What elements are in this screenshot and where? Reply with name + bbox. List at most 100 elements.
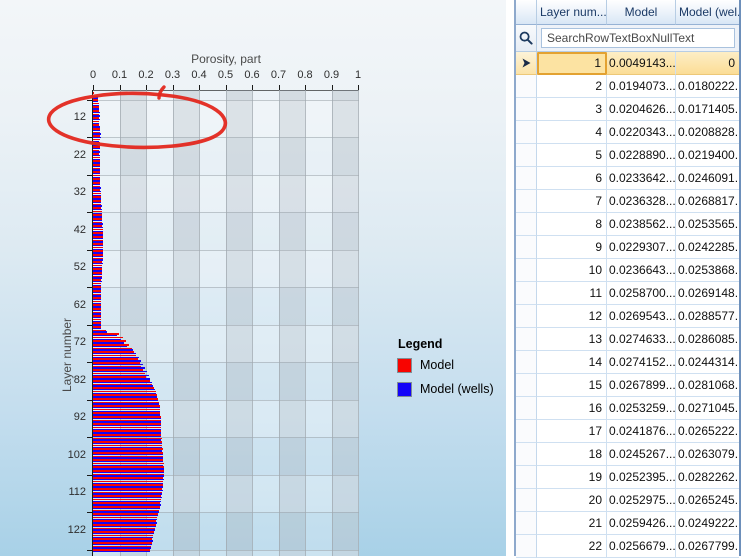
cell-model-wells[interactable]: 0.0288577... (676, 305, 739, 328)
cell-model-wells[interactable]: 0.0286085... (676, 328, 739, 351)
table-row[interactable]: 8 0.0238562... 0.0253565... (516, 213, 739, 236)
cell-model[interactable]: 0.0229307... (607, 236, 676, 259)
cell-layer-number[interactable]: 20 (537, 489, 607, 512)
cell-model[interactable]: 0.0228890... (607, 144, 676, 167)
table-row[interactable]: 16 0.0253259... 0.0271045... (516, 397, 739, 420)
panel-splitter[interactable] (506, 0, 514, 556)
cell-layer-number[interactable]: 8 (537, 213, 607, 236)
cell-model-wells[interactable]: 0.0253565... (676, 213, 739, 236)
cell-model-wells[interactable]: 0.0265245... (676, 489, 739, 512)
row-indicator-cell[interactable] (516, 305, 537, 328)
cell-layer-number[interactable]: 21 (537, 512, 607, 535)
cell-model-wells[interactable]: 0.0271045... (676, 397, 739, 420)
cell-model-wells[interactable]: 0.0282262... (676, 466, 739, 489)
row-indicator-cell[interactable] (516, 397, 537, 420)
column-header-layer-number[interactable]: Layer num... (537, 0, 607, 25)
cell-layer-number[interactable]: 14 (537, 351, 607, 374)
cell-model-wells[interactable]: 0.0268817... (676, 190, 739, 213)
cell-model-wells[interactable]: 0.0246091... (676, 167, 739, 190)
cell-model-wells[interactable]: 0.0281068... (676, 374, 739, 397)
cell-layer-number[interactable]: 1 (537, 52, 607, 75)
cell-layer-number[interactable]: 3 (537, 98, 607, 121)
column-header-model-wells[interactable]: Model (wel... (676, 0, 739, 25)
cell-layer-number[interactable]: 5 (537, 144, 607, 167)
cell-model[interactable]: 0.0238562... (607, 213, 676, 236)
cell-model[interactable]: 0.0258700... (607, 282, 676, 305)
table-row[interactable]: 1 0.0049143... 0 (516, 52, 739, 75)
cell-layer-number[interactable]: 13 (537, 328, 607, 351)
cell-model-wells[interactable]: 0.0265222... (676, 420, 739, 443)
cell-model-wells[interactable]: 0.0267799... (676, 535, 739, 558)
table-row[interactable]: 18 0.0245267... 0.0263079... (516, 443, 739, 466)
row-indicator-cell[interactable] (516, 121, 537, 144)
table-row[interactable]: 6 0.0233642... 0.0246091... (516, 167, 739, 190)
table-row[interactable]: 10 0.0236643... 0.0253868... (516, 259, 739, 282)
cell-model[interactable]: 0.0274633... (607, 328, 676, 351)
table-row[interactable]: 14 0.0274152... 0.0244314... (516, 351, 739, 374)
table-row[interactable]: 12 0.0269543... 0.0288577... (516, 305, 739, 328)
row-indicator-cell[interactable] (516, 282, 537, 305)
cell-model[interactable]: 0.0194073... (607, 75, 676, 98)
cell-model-wells[interactable]: 0.0244314... (676, 351, 739, 374)
table-row[interactable]: 2 0.0194073... 0.0180222... (516, 75, 739, 98)
row-indicator-cell[interactable] (516, 236, 537, 259)
cell-layer-number[interactable]: 10 (537, 259, 607, 282)
table-row[interactable]: 13 0.0274633... 0.0286085... (516, 328, 739, 351)
row-indicator-cell[interactable] (516, 512, 537, 535)
cell-model[interactable]: 0.0049143... (607, 52, 676, 75)
cell-model[interactable]: 0.0245267... (607, 443, 676, 466)
cell-model[interactable]: 0.0253259... (607, 397, 676, 420)
cell-model-wells[interactable]: 0.0219400... (676, 144, 739, 167)
cell-model-wells[interactable]: 0.0242285... (676, 236, 739, 259)
cell-model-wells[interactable]: 0.0208828... (676, 121, 739, 144)
cell-layer-number[interactable]: 15 (537, 374, 607, 397)
cell-layer-number[interactable]: 18 (537, 443, 607, 466)
table-row[interactable]: 15 0.0267899... 0.0281068... (516, 374, 739, 397)
column-header-model[interactable]: Model (607, 0, 676, 25)
cell-model[interactable]: 0.0256679... (607, 535, 676, 558)
cell-model-wells[interactable]: 0.0180222... (676, 75, 739, 98)
row-indicator-cell[interactable] (516, 52, 537, 75)
cell-layer-number[interactable]: 11 (537, 282, 607, 305)
cell-model[interactable]: 0.0241876... (607, 420, 676, 443)
cell-layer-number[interactable]: 6 (537, 167, 607, 190)
table-row[interactable]: 17 0.0241876... 0.0265222... (516, 420, 739, 443)
row-indicator-cell[interactable] (516, 98, 537, 121)
row-indicator-cell[interactable] (516, 144, 537, 167)
cell-layer-number[interactable]: 19 (537, 466, 607, 489)
row-indicator-cell[interactable] (516, 466, 537, 489)
cell-model-wells[interactable]: 0.0249222... (676, 512, 739, 535)
table-row[interactable]: 20 0.0252975... 0.0265245... (516, 489, 739, 512)
table-row[interactable]: 11 0.0258700... 0.0269148... (516, 282, 739, 305)
table-row[interactable]: 22 0.0256679... 0.0267799... (516, 535, 739, 558)
row-indicator-cell[interactable] (516, 351, 537, 374)
cell-model[interactable]: 0.0236643... (607, 259, 676, 282)
cell-model-wells[interactable]: 0.0269148... (676, 282, 739, 305)
table-row[interactable]: 3 0.0204626... 0.0171405... (516, 98, 739, 121)
cell-model[interactable]: 0.0204626... (607, 98, 676, 121)
row-indicator-cell[interactable] (516, 167, 537, 190)
cell-model[interactable]: 0.0259426... (607, 512, 676, 535)
row-indicator-cell[interactable] (516, 374, 537, 397)
row-indicator-cell[interactable] (516, 535, 537, 558)
cell-model[interactable]: 0.0274152... (607, 351, 676, 374)
table-row[interactable]: 4 0.0220343... 0.0208828... (516, 121, 739, 144)
cell-model[interactable]: 0.0236328... (607, 190, 676, 213)
row-indicator-cell[interactable] (516, 328, 537, 351)
cell-layer-number[interactable]: 7 (537, 190, 607, 213)
cell-model[interactable]: 0.0269543... (607, 305, 676, 328)
row-indicator-cell[interactable] (516, 489, 537, 512)
cell-model-wells[interactable]: 0 (676, 52, 739, 75)
row-indicator-cell[interactable] (516, 259, 537, 282)
row-indicator-cell[interactable] (516, 443, 537, 466)
cell-model-wells[interactable]: 0.0171405... (676, 98, 739, 121)
row-indicator-cell[interactable] (516, 75, 537, 98)
cell-model[interactable]: 0.0267899... (607, 374, 676, 397)
cell-layer-number[interactable]: 9 (537, 236, 607, 259)
row-indicator-cell[interactable] (516, 190, 537, 213)
cell-layer-number[interactable]: 2 (537, 75, 607, 98)
row-indicator-cell[interactable] (516, 420, 537, 443)
cell-layer-number[interactable]: 17 (537, 420, 607, 443)
search-input[interactable] (541, 28, 735, 48)
cell-model-wells[interactable]: 0.0263079... (676, 443, 739, 466)
